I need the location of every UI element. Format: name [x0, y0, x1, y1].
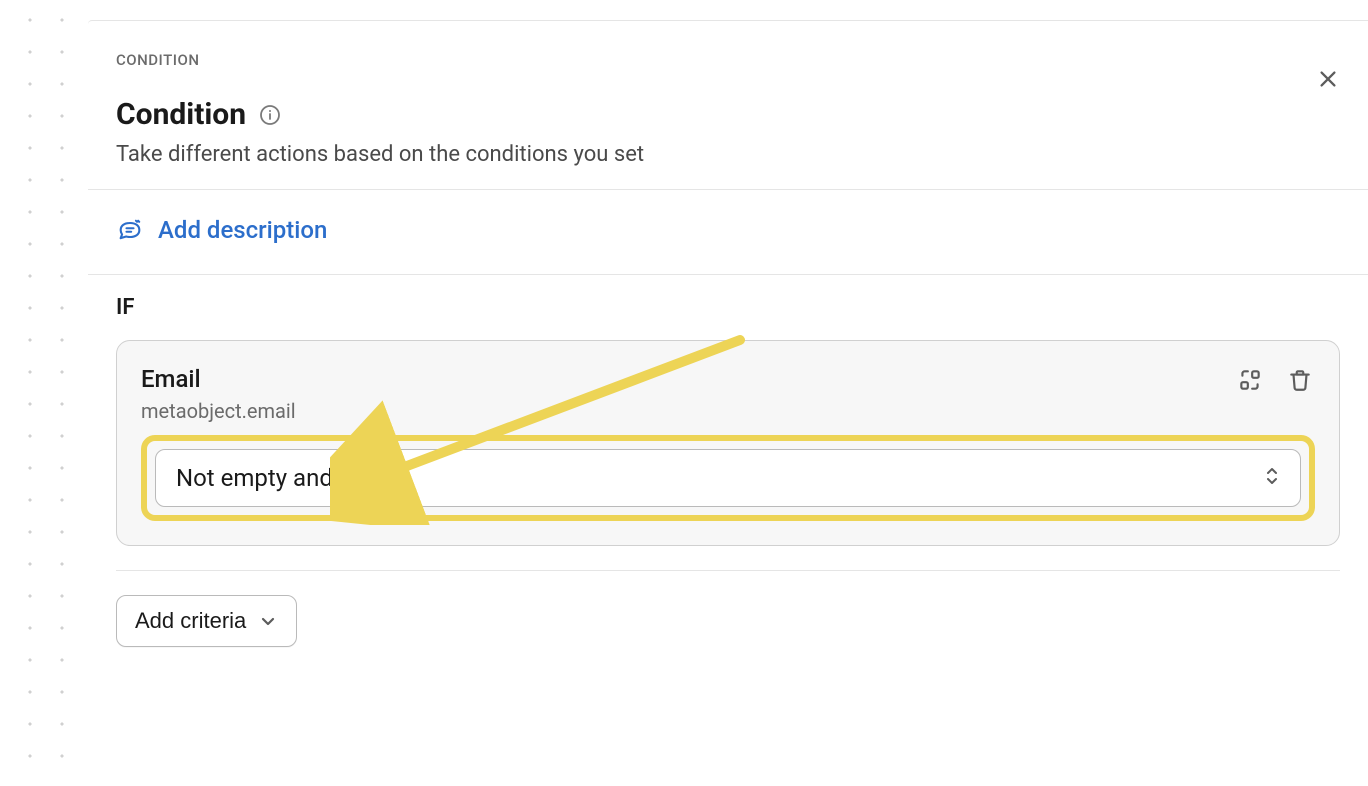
panel-subtitle: Take different actions based on the cond…	[116, 142, 1340, 167]
if-label: IF	[116, 295, 1340, 320]
title-row: Condition	[116, 97, 1340, 132]
condition-panel: CONDITION Condition Take different actio…	[88, 20, 1368, 786]
operator-select[interactable]: Not empty and exists	[155, 449, 1301, 507]
swap-variable-button[interactable]	[1235, 365, 1265, 395]
criteria-header: Email metaobject.email	[141, 365, 1315, 423]
criteria-actions	[1235, 365, 1315, 395]
criteria-field-block: Email metaobject.email	[141, 365, 296, 423]
panel-title: Condition	[116, 97, 246, 132]
divider	[116, 570, 1340, 571]
operator-selected-label: Not empty and exists	[176, 464, 402, 492]
criteria-field-label: Email	[141, 365, 296, 393]
chevron-down-icon	[258, 611, 278, 631]
select-stepper-icon	[1264, 465, 1280, 491]
trash-icon	[1287, 367, 1313, 393]
swap-icon	[1237, 367, 1263, 393]
add-description-link[interactable]: Add description	[116, 216, 327, 244]
add-criteria-label: Add criteria	[135, 608, 246, 634]
description-row: Add description	[88, 190, 1368, 274]
panel-header: CONDITION Condition Take different actio…	[88, 21, 1368, 189]
description-icon	[116, 216, 144, 244]
canvas-dot-background	[0, 0, 90, 786]
add-criteria-button[interactable]: Add criteria	[116, 595, 297, 647]
info-icon[interactable]	[258, 103, 282, 127]
add-description-label: Add description	[158, 216, 327, 244]
delete-criteria-button[interactable]	[1285, 365, 1315, 395]
operator-highlight: Not empty and exists	[141, 435, 1315, 521]
close-icon	[1317, 68, 1339, 90]
criteria-card: Email metaobject.email	[116, 340, 1340, 546]
panel-section-label: CONDITION	[116, 51, 1340, 69]
if-section: IF Email metaobject.email	[88, 275, 1368, 546]
close-button[interactable]	[1312, 63, 1344, 95]
criteria-field-path: metaobject.email	[141, 399, 296, 423]
